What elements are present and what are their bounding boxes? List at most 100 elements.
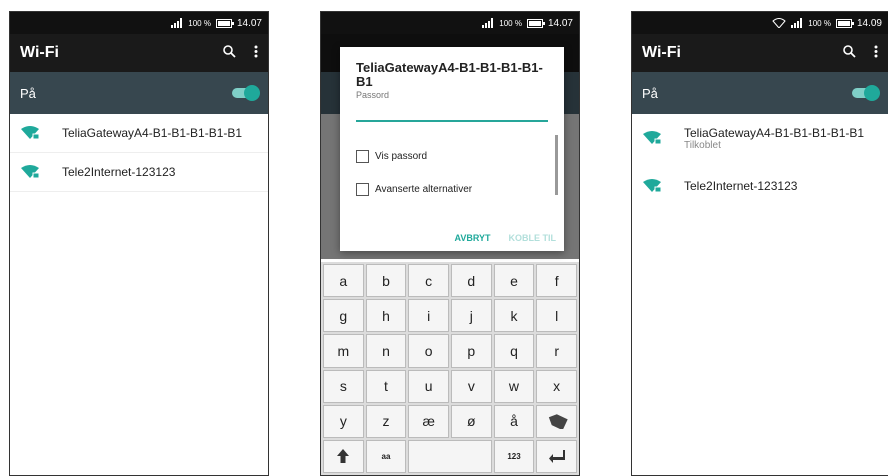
network-name: Tele2Internet-123123 — [62, 165, 176, 179]
key[interactable]: m — [323, 334, 364, 368]
wifi-switch[interactable] — [852, 85, 880, 101]
shift-key[interactable] — [323, 439, 364, 473]
wifi-toggle-label: På — [20, 85, 36, 101]
key[interactable]: i — [408, 299, 449, 333]
password-input[interactable] — [356, 120, 548, 122]
wifi-status-icon — [772, 18, 786, 28]
key[interactable]: n — [365, 334, 407, 368]
signal-icon — [791, 18, 803, 28]
key[interactable]: c — [408, 264, 449, 298]
key[interactable]: u — [408, 369, 449, 403]
clock: 14.09 — [856, 17, 882, 29]
status-bar: 100 % 14.07 — [321, 12, 579, 34]
network-item[interactable]: Tele2Internet-123123 — [10, 153, 268, 192]
key[interactable]: e — [493, 264, 535, 298]
key[interactable]: f — [536, 264, 577, 298]
key[interactable]: p — [451, 334, 492, 368]
key[interactable]: d — [451, 264, 492, 298]
phone-screen-3: 100 % 14.09 Wi-Fi På TeliaGatewayA4-B1-B… — [631, 11, 888, 476]
key[interactable]: w — [493, 369, 535, 403]
wifi-secure-icon — [21, 126, 40, 140]
battery-percent: 100 % — [808, 18, 831, 28]
enter-icon — [548, 450, 565, 464]
wifi-toggle-row[interactable]: På — [632, 72, 888, 114]
wifi-switch[interactable] — [232, 85, 260, 101]
wifi-toggle-row[interactable]: På — [10, 72, 268, 114]
advanced-options-checkbox[interactable]: Avanserte alternativer — [356, 183, 548, 196]
wifi-secure-icon — [643, 131, 662, 145]
checkbox-icon — [356, 183, 369, 196]
key[interactable]: q — [493, 334, 535, 368]
network-name: TeliaGatewayA4-B1-B1-B1-B1-B1 — [684, 125, 865, 140]
network-item[interactable]: Tele2Internet-123123 — [632, 162, 888, 210]
battery-icon — [835, 18, 854, 28]
key[interactable]: g — [323, 299, 364, 333]
key[interactable]: s — [323, 369, 364, 403]
shift-icon — [337, 449, 350, 464]
connect-button[interactable]: KOBLE TIL — [509, 233, 557, 243]
more-options-icon[interactable] — [874, 45, 878, 61]
search-icon[interactable] — [223, 45, 236, 61]
network-list: TeliaGatewayA4-B1-B1-B1-B1-B1 Tele2Inter… — [10, 114, 268, 192]
key[interactable]: t — [365, 369, 407, 403]
key[interactable]: y — [323, 404, 364, 438]
network-item[interactable]: TeliaGatewayA4-B1-B1-B1-B1-B1 Tilkoblet — [632, 114, 888, 162]
backspace-icon — [548, 414, 568, 430]
app-bar: Wi-Fi — [10, 34, 268, 72]
key[interactable]: l — [536, 299, 577, 333]
key[interactable]: h — [365, 299, 407, 333]
page-title: Wi-Fi — [642, 44, 681, 61]
on-screen-keyboard: a b c d e f g h i j k l m n o p q r s t … — [321, 262, 579, 475]
enter-key[interactable] — [536, 439, 577, 473]
show-password-label: Vis passord — [375, 151, 428, 162]
show-password-checkbox[interactable]: Vis passord — [356, 150, 548, 163]
signal-icon — [482, 18, 494, 28]
key[interactable]: o — [408, 334, 449, 368]
more-options-icon[interactable] — [254, 45, 258, 61]
advanced-options-label: Avanserte alternativer — [375, 184, 473, 195]
signal-icon — [171, 18, 183, 28]
key[interactable]: a — [323, 264, 364, 298]
key[interactable]: ø — [451, 404, 492, 438]
clock: 14.07 — [547, 17, 573, 29]
key[interactable]: å — [493, 404, 535, 438]
space-key[interactable] — [408, 439, 492, 473]
key[interactable]: r — [536, 334, 577, 368]
network-item[interactable]: TeliaGatewayA4-B1-B1-B1-B1-B1 — [10, 114, 268, 153]
network-name: Tele2Internet-123123 — [684, 179, 798, 193]
phone-screen-2: 100 % 14.07 TeliaGatewayA4-B1-B1-B1-B1-B… — [320, 11, 580, 476]
status-bar: 100 % 14.09 — [632, 12, 888, 34]
status-bar: 100 % 14.07 — [10, 12, 268, 34]
app-bar: Wi-Fi — [632, 34, 888, 72]
battery-percent: 100 % — [188, 18, 211, 28]
wifi-secure-icon — [21, 165, 40, 179]
page-title: Wi-Fi — [20, 44, 59, 61]
key[interactable]: b — [365, 264, 407, 298]
key[interactable]: x — [536, 369, 577, 403]
cancel-button[interactable]: AVBRYT — [455, 233, 491, 243]
wifi-secure-icon — [643, 179, 662, 193]
phone-screen-1: 100 % 14.07 Wi-Fi På TeliaGatewayA4-B1-B… — [9, 11, 269, 476]
numbers-key[interactable]: 123 — [493, 439, 535, 473]
case-key[interactable]: aa — [365, 439, 407, 473]
network-list: TeliaGatewayA4-B1-B1-B1-B1-B1 Tilkoblet … — [632, 114, 888, 210]
password-label: Passord — [356, 90, 390, 100]
search-icon[interactable] — [843, 45, 856, 61]
password-dialog: TeliaGatewayA4-B1-B1-B1-B1-B1 Passord Vi… — [340, 47, 564, 251]
dialog-title: TeliaGatewayA4-B1-B1-B1-B1-B1 — [356, 60, 543, 89]
checkbox-icon — [356, 150, 369, 163]
battery-icon — [215, 18, 234, 28]
key[interactable]: k — [493, 299, 535, 333]
key[interactable]: j — [451, 299, 492, 333]
dialog-scrollbar[interactable] — [555, 135, 558, 195]
clock: 14.07 — [236, 17, 262, 29]
key[interactable]: æ — [408, 404, 449, 438]
battery-icon — [526, 18, 545, 28]
backspace-key[interactable] — [536, 404, 577, 438]
network-status: Tilkoblet — [684, 139, 721, 151]
key[interactable]: z — [365, 404, 407, 438]
network-name: TeliaGatewayA4-B1-B1-B1-B1-B1 — [62, 126, 243, 140]
dialog-actions: AVBRYT KOBLE TIL — [455, 233, 557, 243]
key[interactable]: v — [451, 369, 492, 403]
battery-percent: 100 % — [499, 18, 522, 28]
